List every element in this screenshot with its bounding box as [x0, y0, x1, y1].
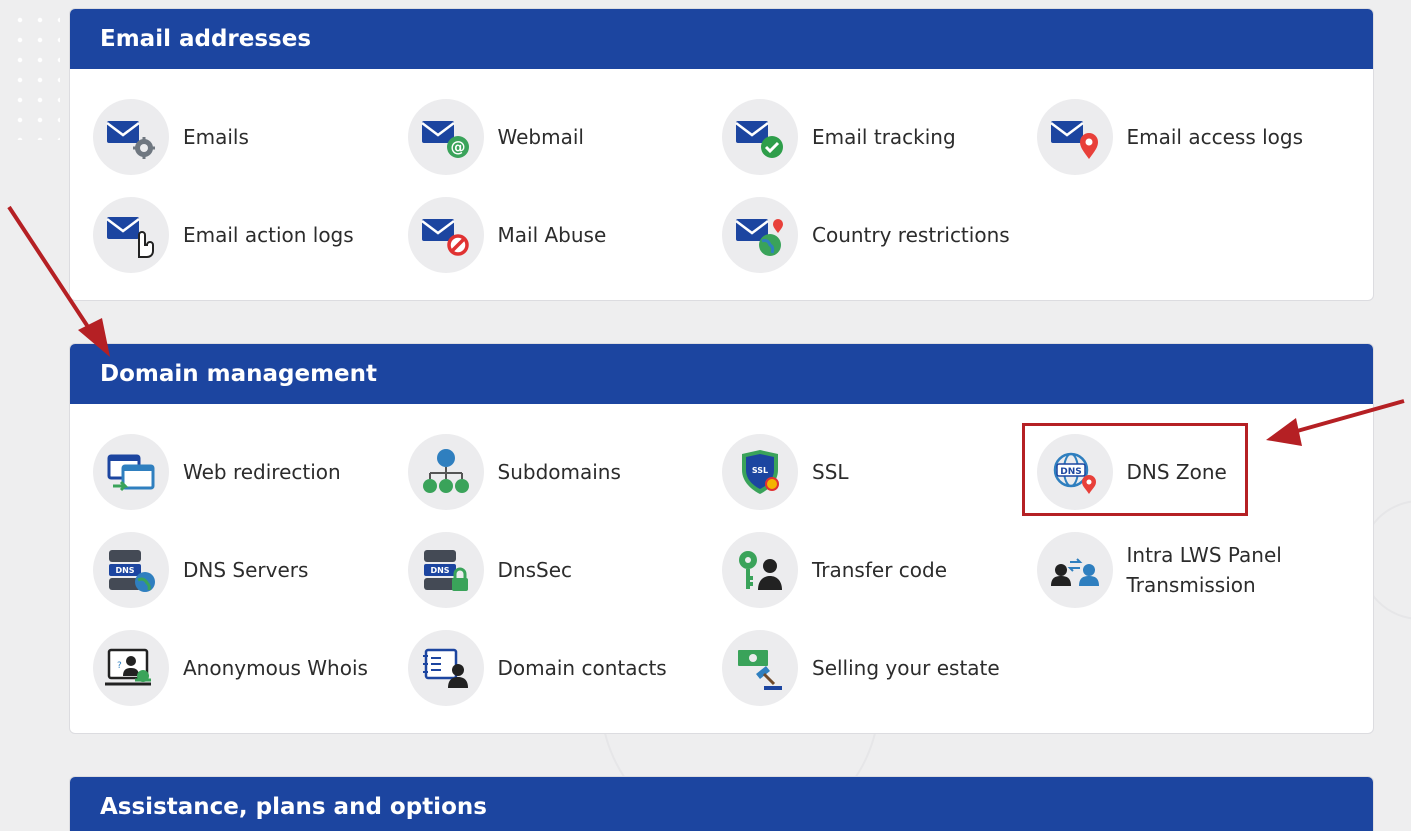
item-label: Emails — [183, 125, 249, 149]
domain-contacts-icon — [407, 630, 484, 706]
item-label: Subdomains — [497, 460, 621, 484]
svg-text:SSL: SSL — [752, 466, 768, 475]
domain-items-grid: Web redirection Subdomains SSL SSL DNS D… — [70, 404, 1373, 706]
transfer-code-link[interactable]: Transfer code — [722, 532, 1037, 608]
svg-text:DNS: DNS — [430, 566, 449, 575]
dns-servers-link[interactable]: DNS DNS Servers — [93, 532, 408, 608]
domain-management-header: Domain management — [70, 344, 1373, 404]
web-redirection-icon — [93, 434, 169, 510]
mail-abuse-icon — [407, 197, 484, 273]
item-label: Web redirection — [183, 460, 341, 484]
anonymous-whois-icon: ? — [93, 630, 169, 706]
assistance-card: Assistance, plans and options — [69, 776, 1374, 831]
subdomains-icon — [407, 434, 484, 510]
dnssec-icon: DNS — [407, 532, 484, 608]
dnssec-link[interactable]: DNS DnsSec — [407, 532, 723, 608]
email-addresses-card: Email addresses Emails @ Webmail Email t… — [69, 8, 1374, 301]
email-action-logs-link[interactable]: Email action logs — [93, 197, 408, 273]
intra-transmission-link[interactable]: Intra LWS Panel Transmission — [1036, 532, 1352, 608]
assistance-header: Assistance, plans and options — [70, 777, 1373, 831]
emails-link[interactable]: Emails — [93, 99, 408, 175]
domain-management-card: Domain management Web redirection Subdom… — [69, 343, 1374, 734]
dns-zone-link[interactable]: DNS DNS Zone — [1036, 434, 1352, 510]
email-tracking-icon — [722, 99, 798, 175]
item-label: Email tracking — [812, 125, 956, 149]
background-dots — [10, 10, 60, 140]
item-label: Intra LWS Panel Transmission — [1126, 543, 1282, 597]
email-access-logs-icon — [1036, 99, 1113, 175]
email-items-grid: Emails @ Webmail Email tracking Email ac… — [70, 69, 1373, 273]
subdomains-link[interactable]: Subdomains — [407, 434, 723, 510]
svg-text:?: ? — [117, 661, 122, 671]
mail-abuse-link[interactable]: Mail Abuse — [407, 197, 723, 273]
item-label: Transfer code — [812, 558, 948, 582]
email-access-logs-link[interactable]: Email access logs — [1036, 99, 1352, 175]
item-label: DNS Zone — [1126, 460, 1227, 484]
domain-contacts-link[interactable]: Domain contacts — [407, 630, 723, 706]
section-title: Email addresses — [100, 26, 312, 52]
ssl-shield-icon: SSL — [722, 434, 798, 510]
selling-estate-link[interactable]: Selling your estate — [722, 630, 1037, 706]
ssl-link[interactable]: SSL SSL — [722, 434, 1037, 510]
webmail-icon: @ — [407, 99, 484, 175]
item-label: Mail Abuse — [497, 223, 607, 247]
item-label: SSL — [812, 460, 849, 484]
country-restrictions-link[interactable]: Country restrictions — [722, 197, 1037, 273]
anonymous-whois-link[interactable]: ? Anonymous Whois — [93, 630, 408, 706]
svg-text:@: @ — [450, 138, 465, 156]
item-label: Email action logs — [183, 223, 354, 247]
email-addresses-header: Email addresses — [70, 9, 1373, 69]
section-title: Domain management — [100, 361, 378, 387]
country-restrictions-icon — [722, 197, 798, 273]
item-label: Webmail — [497, 125, 584, 149]
selling-estate-icon — [722, 630, 798, 706]
item-label: Email access logs — [1126, 125, 1304, 149]
transfer-code-icon — [722, 532, 798, 608]
web-redirection-link[interactable]: Web redirection — [93, 434, 408, 510]
item-label: DnsSec — [497, 558, 573, 582]
svg-text:DNS: DNS — [115, 566, 134, 575]
dns-zone-icon: DNS — [1036, 434, 1113, 510]
email-settings-icon — [93, 99, 169, 175]
item-label: DNS Servers — [183, 558, 309, 582]
email-tracking-link[interactable]: Email tracking — [722, 99, 1037, 175]
svg-text:DNS: DNS — [1060, 467, 1082, 477]
dns-servers-icon: DNS — [93, 532, 169, 608]
section-title: Assistance, plans and options — [100, 794, 487, 820]
webmail-link[interactable]: @ Webmail — [407, 99, 723, 175]
email-action-logs-icon — [93, 197, 169, 273]
item-label: Domain contacts — [497, 656, 667, 680]
item-label: Selling your estate — [812, 656, 1000, 680]
item-label: Anonymous Whois — [183, 656, 368, 680]
item-label: Country restrictions — [812, 223, 1010, 247]
intra-transmission-icon — [1036, 532, 1113, 608]
